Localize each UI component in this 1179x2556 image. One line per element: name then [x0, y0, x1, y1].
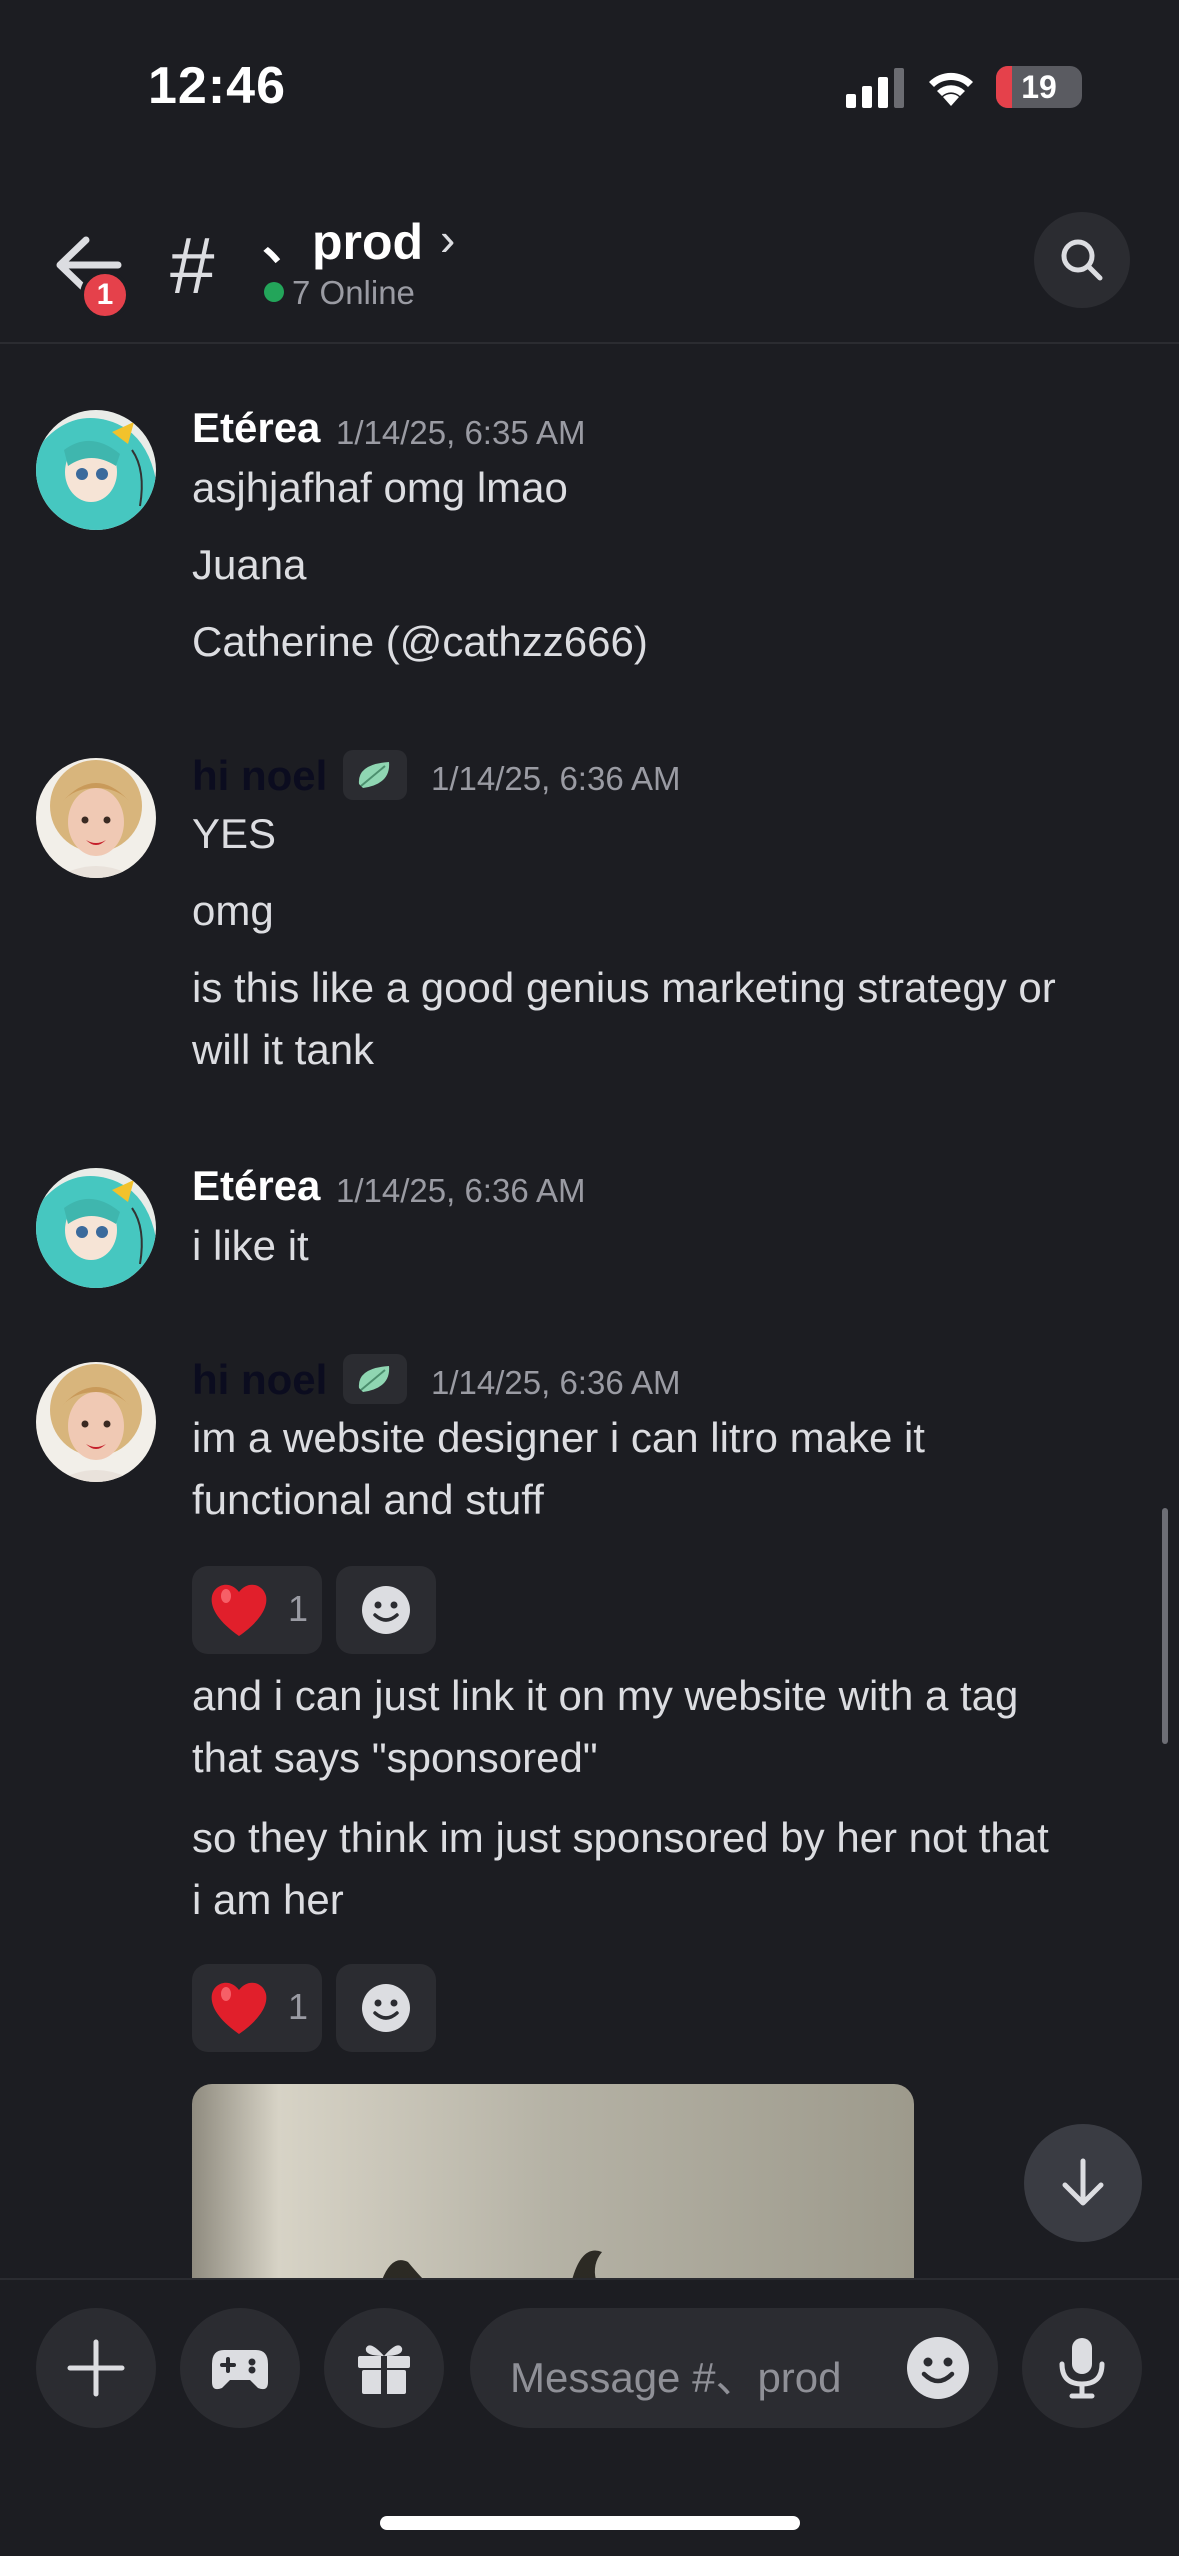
add-attachment-button[interactable]: [36, 2308, 156, 2428]
battery-indicator: 19: [996, 66, 1082, 108]
guild-tag-badge[interactable]: [343, 750, 407, 800]
message-text: YES: [192, 810, 277, 857]
add-reaction-button[interactable]: [336, 1566, 436, 1654]
message-text: and i can just link it on my website wit…: [192, 1672, 1019, 1719]
arrow-down-icon: [1062, 2158, 1104, 2206]
message-timestamp: 1/14/25, 6:36 AM: [336, 1172, 586, 1209]
battery-level: 19: [1021, 69, 1057, 105]
message-timestamp: 1/14/25, 6:36 AM: [431, 760, 681, 797]
gift-icon: [358, 2345, 410, 2394]
message-text: is this like a good genius marketing str…: [192, 964, 1056, 1011]
unread-badge: 1: [80, 270, 130, 320]
plus-icon: [67, 2339, 125, 2397]
online-count-label: 7 Online: [292, 274, 415, 311]
avatar[interactable]: [36, 1168, 156, 1288]
channel-name[interactable]: 、prod: [262, 202, 423, 274]
message-author[interactable]: hi noel: [192, 1356, 327, 1404]
message-text: will it tank: [192, 1026, 375, 1073]
gift-button[interactable]: [324, 2308, 444, 2428]
chevron-right-icon[interactable]: ›: [440, 212, 455, 266]
avatar[interactable]: [36, 410, 156, 530]
message-composer: Message #、prod: [0, 2278, 1179, 2556]
jump-to-present-button[interactable]: [1024, 2124, 1142, 2242]
online-status-dot: [264, 282, 284, 302]
emoji-picker-icon[interactable]: [906, 2336, 970, 2400]
guild-tag-badge[interactable]: [343, 1354, 407, 1404]
avatar[interactable]: [36, 758, 156, 878]
add-reaction-button[interactable]: [336, 1964, 436, 2052]
red-heart-icon: [211, 1982, 267, 2034]
message-text: asjhjafhaf omg lmao: [192, 464, 568, 511]
voice-message-button[interactable]: [1022, 2308, 1142, 2428]
message-timestamp: 1/14/25, 6:36 AM: [431, 1364, 681, 1401]
reaction-pill[interactable]: 1: [192, 1566, 322, 1654]
search-icon: [1061, 239, 1103, 281]
message-timestamp: 1/14/25, 6:35 AM: [336, 414, 586, 451]
microphone-icon: [1059, 2338, 1105, 2399]
red-heart-icon: [211, 1584, 267, 1636]
reaction-count: 1: [288, 1588, 309, 1629]
message-text: Juana: [192, 541, 307, 588]
scrollbar[interactable]: [1162, 1508, 1168, 1744]
channel-hash-icon: #: [170, 221, 215, 310]
leaf-icon: [358, 1366, 390, 1392]
message-text: omg: [192, 887, 274, 934]
search-button[interactable]: [1034, 212, 1130, 308]
message-text: Catherine (@cathzz666): [192, 618, 648, 665]
reaction-pill[interactable]: 1: [192, 1964, 322, 2052]
channel-header: 1 # 、prod › 7 Online: [0, 190, 1179, 344]
smiley-icon: [362, 1984, 410, 2032]
leaf-icon: [358, 762, 390, 788]
gamepad-icon: [212, 2350, 268, 2390]
message-text: that says "sponsored": [192, 1734, 598, 1781]
message-text: i am her: [192, 1876, 344, 1923]
reaction-count: 1: [288, 1986, 309, 2027]
home-indicator[interactable]: [380, 2516, 800, 2530]
image-attachment[interactable]: [192, 2084, 914, 2280]
status-bar: 12:46 19: [0, 0, 1179, 170]
message-author[interactable]: Etérea: [192, 404, 320, 452]
message-author[interactable]: Etérea: [192, 1162, 320, 1210]
smiley-icon: [362, 1586, 410, 1634]
message-text: i like it: [192, 1222, 309, 1269]
battery-cap: [1075, 78, 1080, 94]
message-input[interactable]: Message #、prod: [470, 2308, 998, 2428]
activities-button[interactable]: [180, 2308, 300, 2428]
message-input-placeholder: Message #、prod: [510, 2354, 842, 2401]
message-text: im a website designer i can litro make i…: [192, 1414, 925, 1461]
online-count: 7 Online: [264, 274, 415, 312]
wifi-icon: [929, 72, 973, 106]
cellular-signal-icon: [846, 68, 904, 108]
status-time: 12:46: [148, 57, 286, 115]
message-text: functional and stuff: [192, 1476, 544, 1523]
message-text: so they think im just sponsored by her n…: [192, 1814, 1049, 1861]
avatar[interactable]: [36, 1362, 156, 1482]
message-author[interactable]: hi noel: [192, 752, 327, 800]
